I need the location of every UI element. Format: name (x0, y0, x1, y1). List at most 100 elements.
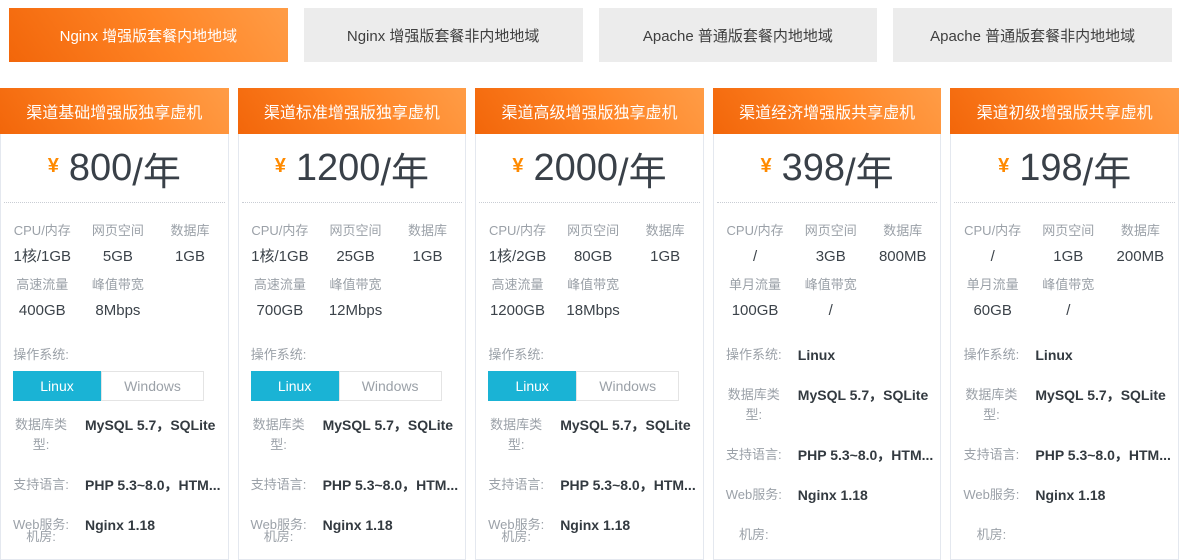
row-label: 数据库类型: (484, 415, 548, 455)
plan-card: 渠道高级增强版独享虚机 ¥ 2000 /年 CPU/内存 网页空间 数据库 1核… (475, 88, 704, 560)
row-label: 操作系统: (722, 345, 786, 365)
row-label: 支持语言: (247, 475, 311, 495)
os-toggle: Linux Windows (13, 371, 220, 401)
os-option-windows[interactable]: Windows (339, 371, 442, 401)
spec-value: / (716, 247, 795, 267)
row-label: 数据库类型: (959, 385, 1023, 425)
spec-value: 200MB (1105, 247, 1176, 267)
spec-value: 8Mbps (82, 301, 155, 321)
plan-card: 渠道经济增强版共享虚机 ¥ 398 /年 CPU/内存 网页空间 数据库 / 3… (713, 88, 942, 560)
os-toggle: Linux Windows (488, 371, 695, 401)
spec-label: CPU/内存 (716, 221, 795, 241)
row-label: 机房: (484, 527, 548, 547)
spec-value: 60GB (953, 301, 1032, 321)
language-row: 支持语言: PHP 5.3~8.0，HTM... (484, 475, 695, 495)
db-type-row: 数据库类型: MySQL 5.7，SQLite (247, 415, 458, 455)
spec-value: 1核/1GB (3, 247, 82, 267)
row-label: 机房: (9, 527, 73, 547)
spec-label: 峰值带宽 (319, 275, 392, 295)
spec-value: / (953, 247, 1032, 267)
price-period: /年 (132, 141, 181, 196)
plan-title: 渠道初级增强版共享虚机 (950, 88, 1179, 134)
row-label: 支持语言: (9, 475, 73, 495)
spec-label: 数据库 (1105, 221, 1176, 241)
db-type-row: 数据库类型: MySQL 5.7，SQLite (9, 415, 220, 455)
os-row: 操作系统: (247, 345, 458, 365)
price-period: /年 (380, 141, 429, 196)
spec-label: 数据库 (867, 221, 938, 241)
language-row: 支持语言: PHP 5.3~8.0，HTM... (247, 475, 458, 495)
tab-nginx-enhanced-overseas[interactable]: Nginx 增强版套餐非内地地域 (304, 8, 583, 62)
row-label: 操作系统: (9, 345, 73, 365)
spec-grid: CPU/内存 网页空间 数据库 1核/1GB 5GB 1GB 高速流量 峰值带宽… (1, 203, 228, 321)
spec-label: 高速流量 (478, 275, 557, 295)
os-option-windows[interactable]: Windows (101, 371, 204, 401)
row-label: 操作系统: (484, 345, 548, 365)
row-value: PHP 5.3~8.0，HTM... (560, 475, 696, 495)
spec-label: 单月流量 (716, 275, 795, 295)
row-label: 操作系统: (247, 345, 311, 365)
language-row: 支持语言: PHP 5.3~8.0，HTM... (722, 445, 933, 465)
plan-tab-bar: Nginx 增强版套餐内地地域 Nginx 增强版套餐非内地地域 Apache … (0, 0, 1179, 62)
db-type-row: 数据库类型: MySQL 5.7，SQLite (484, 415, 695, 455)
spec-grid: CPU/内存 网页空间 数据库 1核/2GB 80GB 1GB 高速流量 峰值带… (476, 203, 703, 321)
spec-label: 峰值带宽 (82, 275, 155, 295)
spec-value: 5GB (82, 247, 155, 267)
row-label: Web服务: (959, 485, 1023, 505)
os-option-linux[interactable]: Linux (488, 371, 576, 401)
spec-value: 1GB (629, 247, 700, 267)
os-option-linux[interactable]: Linux (13, 371, 101, 401)
row-value: MySQL 5.7，SQLite (798, 385, 928, 425)
currency-symbol: ¥ (761, 155, 772, 178)
os-row: 操作系统: Linux (959, 345, 1170, 365)
row-value: MySQL 5.7，SQLite (560, 415, 690, 455)
web-server-row: Web服务: Nginx 1.18 (959, 485, 1170, 505)
plan-price: ¥ 2000 /年 (476, 134, 703, 202)
spec-value: 1核/2GB (478, 247, 557, 267)
spec-value: 1GB (392, 247, 463, 267)
row-value: Nginx 1.18 (1035, 485, 1105, 505)
row-value: Nginx 1.18 (85, 515, 155, 535)
spec-label: 网页空间 (82, 221, 155, 241)
row-value: MySQL 5.7，SQLite (1035, 385, 1165, 425)
db-type-row: 数据库类型: MySQL 5.7，SQLite (959, 385, 1170, 425)
row-value: Nginx 1.18 (560, 515, 630, 535)
os-option-linux[interactable]: Linux (251, 371, 339, 401)
plan-price: ¥ 398 /年 (714, 134, 941, 202)
row-label: 数据库类型: (9, 415, 73, 455)
spec-value: / (1032, 301, 1105, 321)
row-value: PHP 5.3~8.0，HTM... (1035, 445, 1171, 465)
plan-price: ¥ 800 /年 (1, 134, 228, 202)
spec-value: 25GB (319, 247, 392, 267)
os-option-windows[interactable]: Windows (576, 371, 679, 401)
spec-value: 400GB (3, 301, 82, 321)
spec-label: 网页空间 (1032, 221, 1105, 241)
spec-value: 100GB (716, 301, 795, 321)
spec-label: 网页空间 (794, 221, 867, 241)
row-value: Nginx 1.18 (323, 515, 393, 535)
spec-label: 单月流量 (953, 275, 1032, 295)
spec-value: 700GB (241, 301, 320, 321)
row-label: 数据库类型: (722, 385, 786, 425)
price-amount: 198 (1019, 147, 1082, 190)
os-row: 操作系统: (9, 345, 220, 365)
plan-title: 渠道高级增强版独享虚机 (475, 88, 704, 134)
row-value: MySQL 5.7，SQLite (323, 415, 453, 455)
db-type-row: 数据库类型: MySQL 5.7，SQLite (722, 385, 933, 425)
row-value: PHP 5.3~8.0，HTM... (323, 475, 459, 495)
row-label: Web服务: (722, 485, 786, 505)
language-row: 支持语言: PHP 5.3~8.0，HTM... (9, 475, 220, 495)
row-value: Nginx 1.18 (798, 485, 868, 505)
spec-label: 峰值带宽 (1032, 275, 1105, 295)
tab-apache-basic-overseas[interactable]: Apache 普通版套餐非内地地域 (893, 8, 1172, 62)
tab-apache-basic-mainland[interactable]: Apache 普通版套餐内地地域 (599, 8, 878, 62)
spec-label: CPU/内存 (953, 221, 1032, 241)
price-amount: 2000 (533, 147, 618, 190)
price-amount: 398 (782, 147, 845, 190)
os-row: 操作系统: (484, 345, 695, 365)
tab-nginx-enhanced-mainland[interactable]: Nginx 增强版套餐内地地域 (9, 8, 288, 62)
spec-label: 高速流量 (3, 275, 82, 295)
spec-value: 3GB (794, 247, 867, 267)
price-amount: 800 (69, 147, 132, 190)
currency-symbol: ¥ (512, 155, 523, 178)
